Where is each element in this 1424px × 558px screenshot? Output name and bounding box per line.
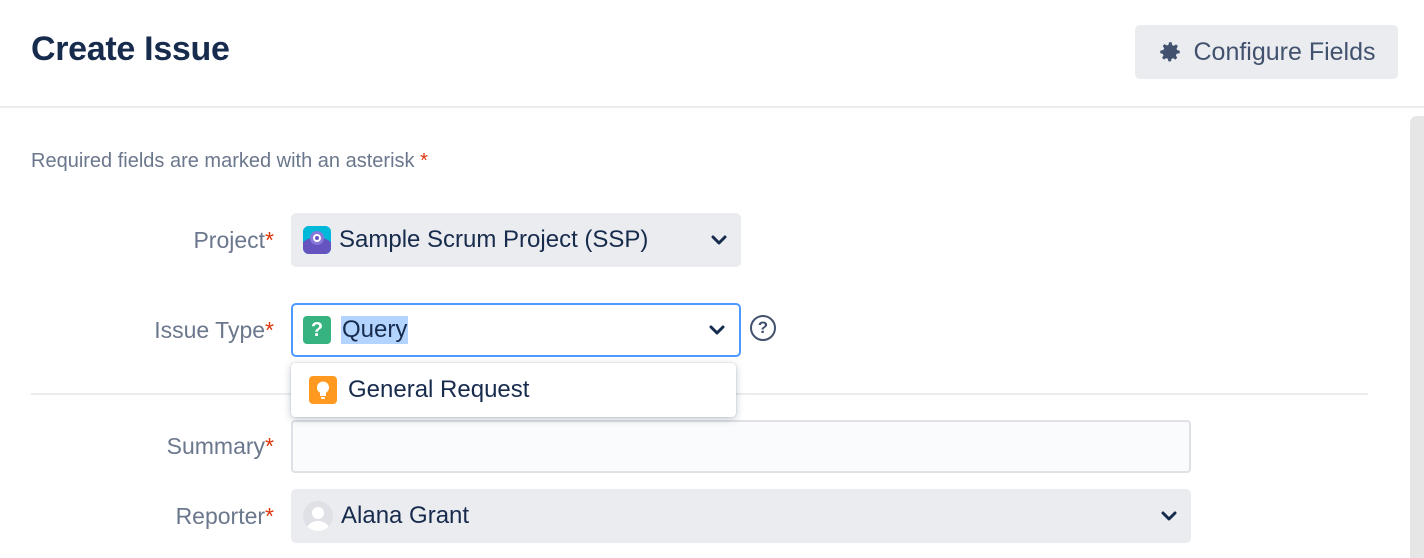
issue-type-select[interactable]: ? Query	[291, 303, 741, 357]
summary-label: Summary*	[166, 433, 274, 459]
required-fields-note: Required fields are marked with an aster…	[31, 150, 428, 172]
option-label: General Request	[348, 376, 530, 403]
issue-type-option-general-request[interactable]: General Request	[291, 363, 736, 417]
chevron-down-icon	[711, 235, 727, 245]
project-value: Sample Scrum Project (SSP)	[339, 226, 649, 253]
configure-fields-button[interactable]: Configure Fields	[1135, 25, 1398, 79]
chevron-down-icon	[709, 325, 725, 335]
summary-input[interactable]	[291, 420, 1191, 473]
scrollbar[interactable]	[1410, 116, 1424, 558]
project-label: Project*	[193, 227, 274, 253]
lightbulb-icon	[309, 376, 337, 404]
help-icon[interactable]: ?	[750, 315, 776, 341]
reporter-value: Alana Grant	[341, 502, 470, 529]
question-icon: ?	[303, 316, 331, 344]
configure-fields-label: Configure Fields	[1193, 37, 1376, 66]
gear-icon	[1160, 42, 1181, 62]
page-title: Create Issue	[31, 30, 230, 68]
project-avatar-icon	[303, 226, 331, 254]
issue-type-label: Issue Type*	[154, 317, 274, 343]
dialog-header: Create Issue Configure Fields	[0, 0, 1424, 108]
issue-type-value: Query	[341, 316, 409, 344]
chevron-down-icon	[1161, 511, 1177, 521]
user-avatar-icon	[303, 501, 333, 531]
reporter-label: Reporter*	[175, 503, 274, 529]
project-select[interactable]: Sample Scrum Project (SSP)	[291, 213, 741, 267]
reporter-select[interactable]: Alana Grant	[291, 489, 1191, 543]
required-asterisk: *	[420, 150, 428, 172]
